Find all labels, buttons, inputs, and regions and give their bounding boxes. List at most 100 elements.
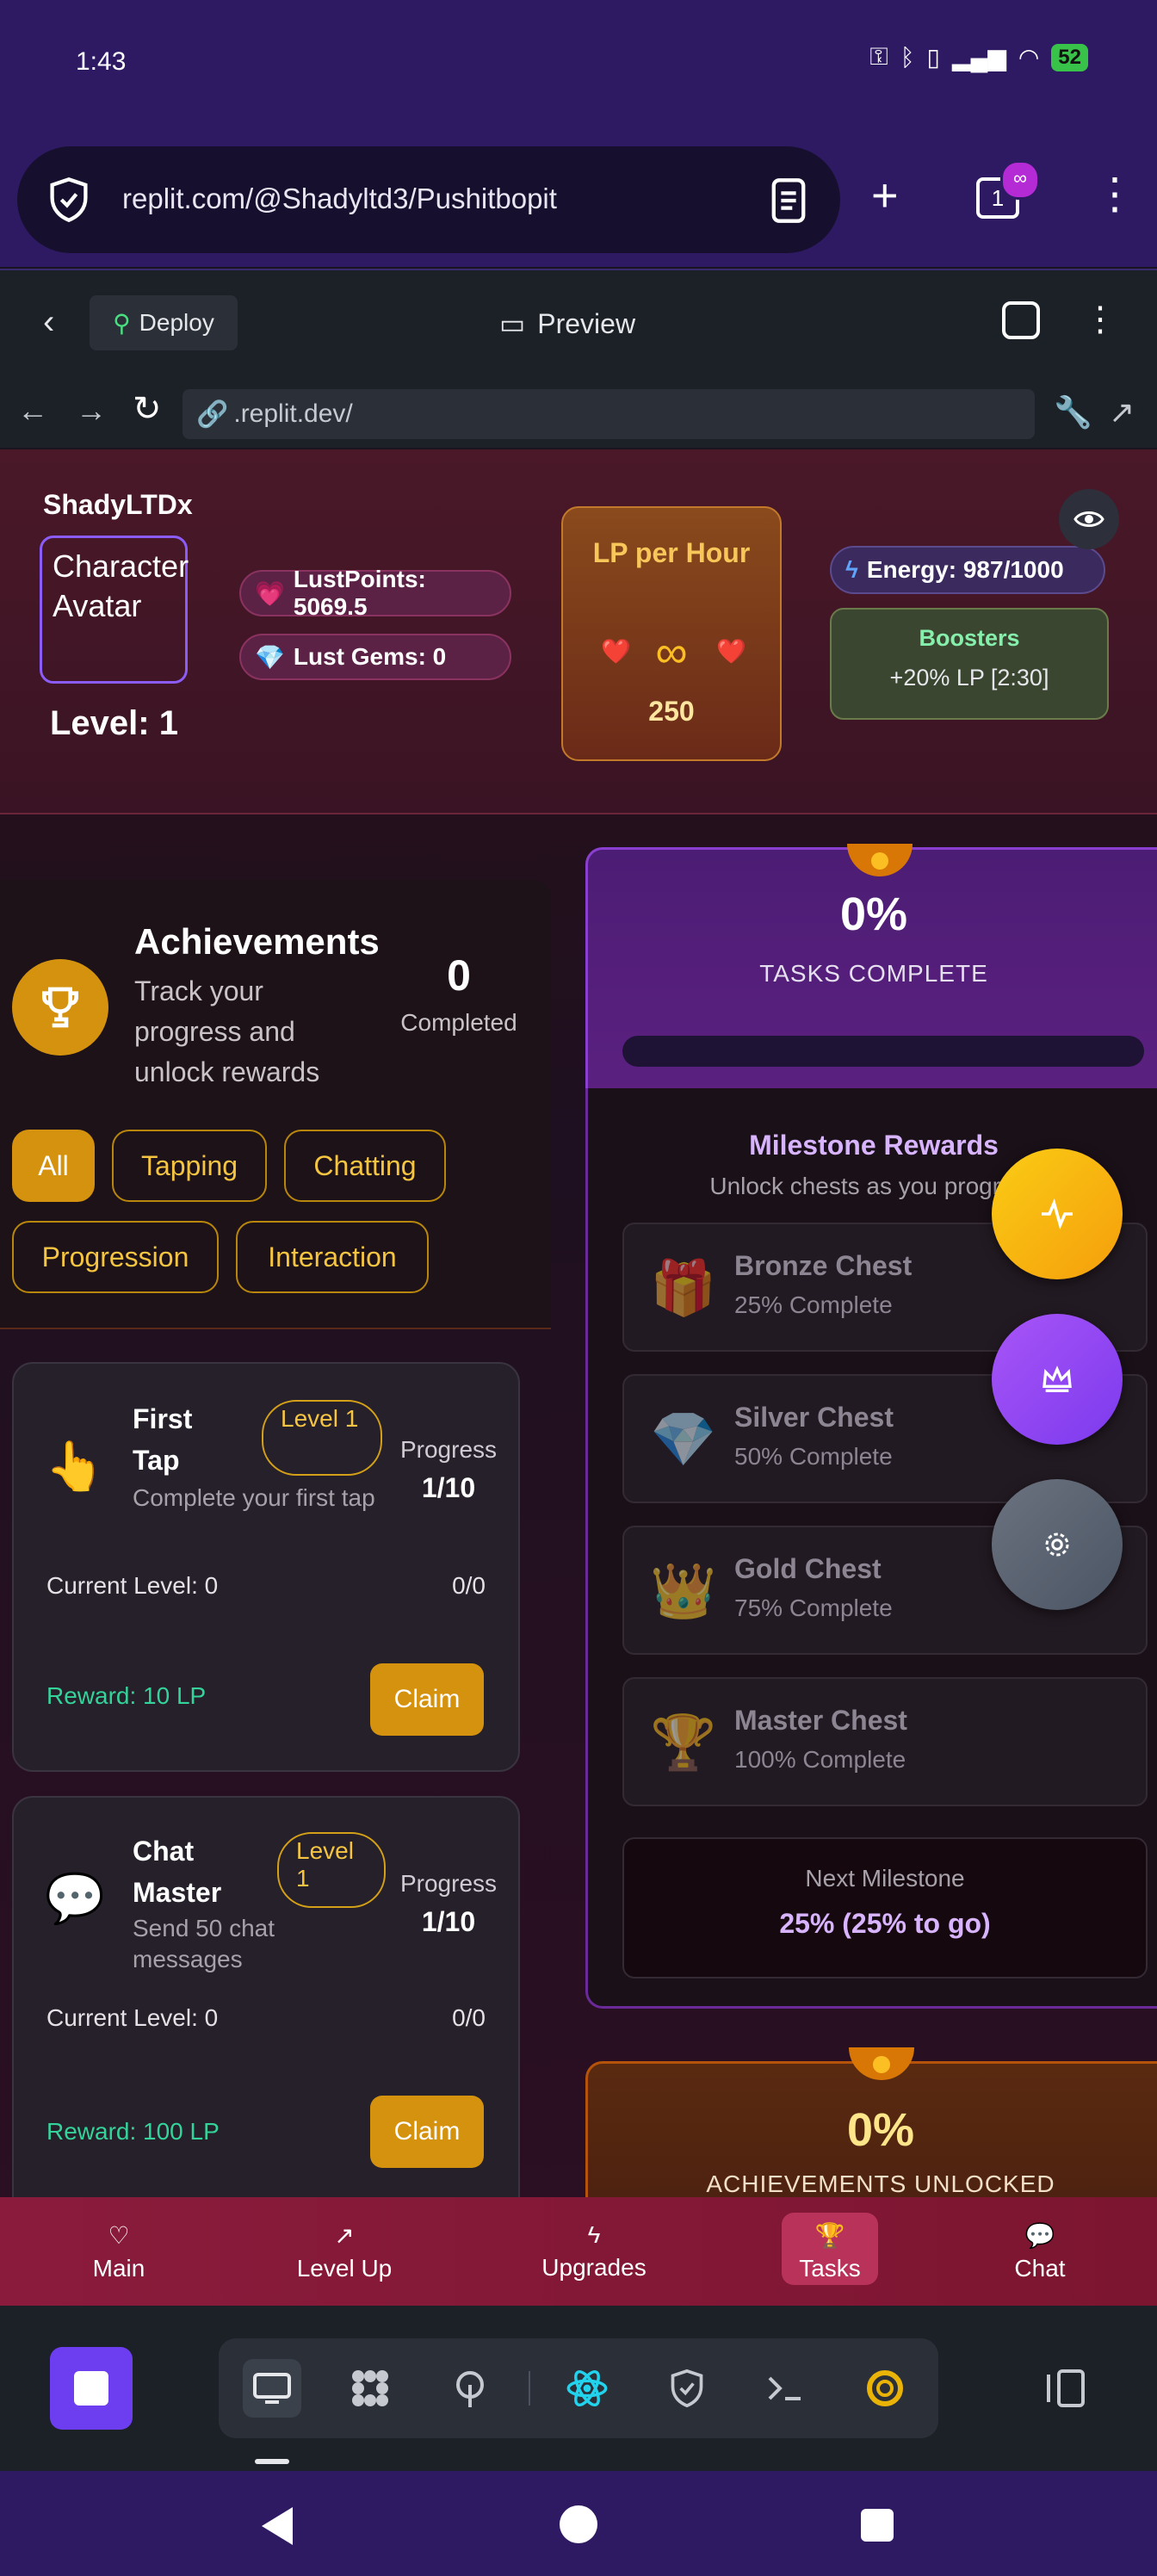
- nav-tasks[interactable]: 🏆 Tasks: [782, 2197, 878, 2306]
- pane-menu-button[interactable]: ⋮: [1083, 300, 1117, 339]
- filter-tapping[interactable]: Tapping: [112, 1130, 267, 1202]
- level-ratio: 0/0: [452, 2004, 486, 2031]
- nav-label: Level Up: [296, 2254, 393, 2282]
- webview-forward-icon[interactable]: →: [76, 393, 107, 429]
- incognito-badge-icon: ∞: [1000, 160, 1040, 200]
- chest-name: Master Chest: [734, 1705, 907, 1736]
- achievements-unlocked-label: ACHIEVEMENTS UNLOCKED: [706, 2170, 1055, 2197]
- stop-icon: [74, 2371, 108, 2406]
- lp-per-hour-card: LP per Hour ❤️ ∞ ❤️ 250: [561, 506, 782, 761]
- reward-text: Reward: 10 LP: [46, 1682, 207, 1709]
- gear-icon: [1045, 1533, 1069, 1557]
- heart-icon: ♡: [108, 2221, 130, 2249]
- tool-divider: [529, 2371, 530, 2406]
- nav-chat[interactable]: 💬 Chat: [997, 2197, 1083, 2306]
- shell-tool-icon[interactable]: [756, 2359, 814, 2418]
- signal-icon: ▂▄▆: [951, 44, 1006, 71]
- open-external-icon[interactable]: ↗: [1109, 394, 1135, 430]
- preview-tool-icon[interactable]: [243, 2359, 301, 2418]
- agent-tool-icon[interactable]: [856, 2359, 914, 2418]
- browser-menu-button[interactable]: ⋮: [1093, 169, 1136, 219]
- back-triangle-icon[interactable]: [262, 2507, 293, 2545]
- home-circle-icon[interactable]: [560, 2505, 597, 2543]
- reward-text: Reward: 100 LP: [46, 2118, 220, 2145]
- eye-icon: [1073, 511, 1104, 527]
- heart-gem-icon: 💗: [255, 579, 285, 607]
- achievements-description: Track your progress and unlock rewards: [134, 975, 320, 1087]
- lust-points-value: LustPoints: 5069.5: [293, 566, 426, 620]
- recents-square-icon[interactable]: [861, 2509, 894, 2542]
- gift-icon: 🎁: [650, 1259, 717, 1318]
- deployments-tool-icon[interactable]: [441, 2359, 499, 2418]
- react-tool-icon[interactable]: [558, 2359, 616, 2418]
- lp-per-hour-value: 250: [648, 696, 695, 727]
- achievements-panel: Achievements Track your progress and unl…: [0, 880, 551, 1329]
- webview-address: .replit.dev/: [233, 399, 353, 428]
- chest-name: Gold Chest: [734, 1553, 882, 1584]
- settings-fab[interactable]: [992, 1479, 1123, 1610]
- character-avatar[interactable]: Character Avatar: [40, 536, 189, 684]
- gem-icon: 💎: [255, 643, 285, 671]
- card-description: Send 50 chat messages: [133, 1915, 275, 1972]
- webview-back-icon[interactable]: ←: [17, 393, 48, 429]
- activity-fab[interactable]: [992, 1149, 1123, 1279]
- activity-pulse-icon: [1042, 1198, 1073, 1229]
- current-level: Current Level: 0: [46, 1572, 219, 1599]
- webview-address-field[interactable]: 🔗 .replit.dev/: [183, 389, 1035, 439]
- completed-label: Completed: [400, 1009, 517, 1036]
- nav-label: Upgrades: [541, 2254, 647, 2281]
- back-chevron-icon[interactable]: ‹: [43, 303, 54, 342]
- new-tab-button[interactable]: +: [871, 169, 899, 222]
- security-tool-icon[interactable]: [658, 2359, 716, 2418]
- layout-toggle-icon[interactable]: [1036, 2359, 1095, 2418]
- chat-icon: 💬: [1024, 2221, 1055, 2249]
- lust-gems-pill: 💎 Lust Gems: 0: [239, 634, 511, 680]
- claim-button[interactable]: Claim: [370, 1663, 484, 1736]
- devtools-wrench-icon[interactable]: 🔧: [1054, 394, 1092, 430]
- filter-interaction[interactable]: Interaction: [236, 1221, 429, 1293]
- chest-master[interactable]: 🏆 Master Chest 100% Complete: [622, 1677, 1148, 1806]
- filter-chatting[interactable]: Chatting: [284, 1130, 446, 1202]
- achievements-unlocked-summary: 0% ACHIEVEMENTS UNLOCKED: [585, 2061, 1157, 2197]
- lust-gems-value: Lust Gems: 0: [293, 643, 447, 670]
- status-time: 1:43: [76, 47, 127, 76]
- bolt-icon: ϟ: [587, 2221, 601, 2248]
- active-tool-indicator: [255, 2459, 289, 2464]
- trophy-icon: 🏆: [814, 2221, 845, 2249]
- card-title: First Tap: [133, 1403, 193, 1476]
- battery-indicator: 52: [1051, 43, 1088, 71]
- nav-level-up[interactable]: ↗ Level Up: [284, 2197, 405, 2306]
- nav-upgrades[interactable]: ϟ Upgrades: [525, 2197, 663, 2306]
- trophy-icon: 🏆: [650, 1713, 717, 1773]
- chest-requirement: 100% Complete: [734, 1746, 906, 1773]
- new-pane-icon[interactable]: [1002, 301, 1040, 339]
- filter-progression[interactable]: Progression: [12, 1221, 219, 1293]
- speech-bubble-icon: 💬: [45, 1871, 105, 1925]
- claim-button[interactable]: Claim: [370, 2096, 484, 2168]
- stop-button[interactable]: [50, 2347, 133, 2430]
- reload-icon[interactable]: ↻: [133, 389, 162, 429]
- nav-main[interactable]: ♡ Main: [67, 2197, 170, 2306]
- achievement-card-first-tap: 👆 First Tap Level 1 Complete your first …: [12, 1362, 520, 1772]
- progress-label: Progress: [399, 1436, 498, 1463]
- filter-all[interactable]: All: [12, 1130, 95, 1202]
- preview-tab[interactable]: ▭ Preview: [499, 307, 635, 340]
- deploy-icon: ⚲: [113, 309, 131, 337]
- crown-icon: 👑: [650, 1562, 717, 1621]
- boosters-value: +20% LP [2:30]: [889, 665, 1049, 690]
- toggle-visibility-button[interactable]: [1059, 489, 1119, 549]
- achievement-card-chat-master: 💬 Chat Master Level 1 Send 50 chat messa…: [12, 1796, 520, 2197]
- username: ShadyLTDx: [43, 489, 193, 520]
- url-text[interactable]: replit.com/@Shadyltd3/Pushitbopit: [122, 183, 557, 215]
- tasks-label: TASKS COMPLETE: [759, 960, 988, 987]
- reader-mode-icon[interactable]: [766, 176, 811, 225]
- packages-tool-icon[interactable]: [341, 2359, 399, 2418]
- chest-name: Silver Chest: [734, 1402, 894, 1433]
- vip-fab[interactable]: [992, 1314, 1123, 1445]
- trophy-badge: [12, 959, 108, 1056]
- deploy-button[interactable]: ⚲ Deploy: [90, 295, 238, 350]
- nav-label: Chat: [1014, 2254, 1066, 2282]
- boosters-card[interactable]: Boosters +20% LP [2:30]: [830, 608, 1109, 720]
- player-level: Level: 1: [50, 704, 178, 742]
- site-security-icon[interactable]: [46, 176, 91, 224]
